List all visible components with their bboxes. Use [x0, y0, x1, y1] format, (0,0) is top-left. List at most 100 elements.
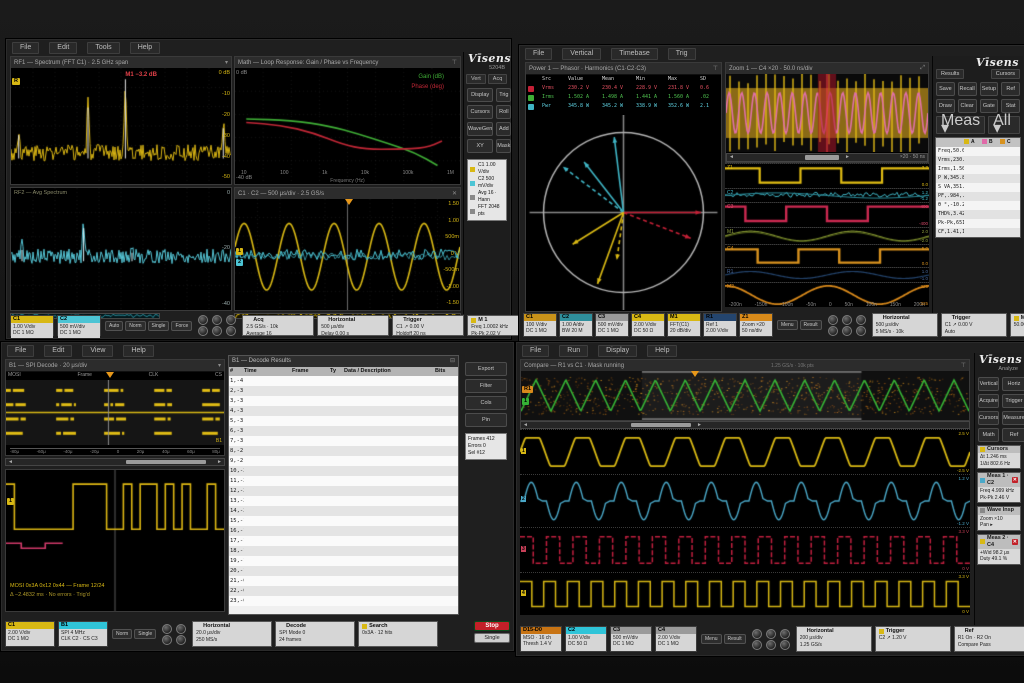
status-button[interactable]: Single [147, 320, 170, 331]
table-row[interactable]: Freq,50.00,50.00,50.00 [936, 147, 1020, 156]
menu-item[interactable]: File [12, 42, 40, 54]
table-row[interactable]: 22,-0.8070 ms,Stop,P,—,— [229, 586, 458, 596]
channel-badge[interactable]: C1 100 V/div DC 1 MΩ [523, 313, 557, 337]
ref-level-chip[interactable]: R [12, 78, 20, 85]
status-infobox[interactable]: Trigger C1 ↗ 0.00 V Auto [940, 313, 1007, 337]
knob[interactable] [765, 628, 776, 651]
status-infobox[interactable]: Acq 2.5 GS/s · 10k Average 16 [242, 315, 315, 337]
waveform-lane[interactable]: 1 2.5 V -2.5 V [520, 429, 970, 474]
side-button[interactable]: Trig [496, 88, 512, 102]
table-row[interactable]: THD%,3.42,3.61,3.18 [936, 210, 1020, 219]
meas-row[interactable]: Irms 1.502 A 1.498 A 1.441 A 1.560 A .02 [528, 93, 719, 102]
side-button[interactable]: Vertical [978, 377, 1000, 391]
side-button[interactable]: Gate [979, 99, 999, 113]
table-row[interactable]: Irms,1.502,1.488,1.510 [936, 165, 1020, 174]
status-infobox[interactable]: Horizontal 500 μs/div Delay 0.00 s [317, 315, 390, 337]
scrollbar-handle[interactable] [805, 155, 839, 160]
channel-badge[interactable]: D15-D0 MSO · 16 ch Thresh 1.4 V [520, 626, 562, 652]
table-row[interactable]: 13,-2.1880 ms,Data,D,0x01 · Pointer,8 [229, 496, 458, 506]
menu-item[interactable]: Edit [49, 42, 78, 54]
table-row[interactable]: 11,-2.4760 ms,Start,S,Addr 0x48 · Write,… [229, 476, 458, 486]
status-infobox[interactable]: Horizontal 200 μs/div 1.25 GS/s [795, 626, 872, 652]
table-row[interactable]: 21,-0.9510 ms,NACK,N,Missing ACK,1 [229, 576, 458, 586]
status-infobox[interactable]: Ref R1 On · R2 On Compare Pass [953, 626, 1024, 652]
channel-chip[interactable]: 1 [521, 447, 526, 454]
result-box[interactable]: Wave Insp Zoom ×10 Pan ▸ [977, 506, 1021, 531]
status-button[interactable]: Norm [112, 629, 133, 639]
menu-item[interactable]: Display [598, 345, 638, 357]
waveform-canvas[interactable] [6, 470, 224, 611]
panel-menu-icon[interactable]: ▾ [225, 59, 228, 66]
table-row[interactable]: S VA,351.4,347.6,353.8 [936, 183, 1020, 192]
menu-item[interactable]: Help [647, 345, 678, 357]
status-infobox[interactable]: Meas 50.002 Hz [1009, 313, 1024, 337]
side-button[interactable]: Horiz [1002, 377, 1024, 391]
status-button[interactable]: Result [723, 634, 746, 644]
table-row[interactable]: 4,-3.6540 ms,Data,D,0x44 · Range ±2g,8 [229, 406, 458, 416]
table-row[interactable]: Vrms,230.2,229.8,231.0 [936, 156, 1020, 165]
status-button[interactable]: Single [134, 629, 157, 639]
knob[interactable] [198, 314, 209, 337]
waveform-lane[interactable]: M1 2.0 -2.0 [725, 227, 929, 244]
table-row[interactable]: 17,-1.6120 ms,Stop,P,—,— [229, 536, 458, 546]
channel-badge[interactable]: C3 500 mV/div DC 1 MΩ [610, 626, 652, 652]
channel-badge[interactable]: C2 1.00 A/div BW 20 M [559, 313, 593, 337]
menu-item[interactable]: Edit [44, 345, 73, 357]
side-button[interactable]: XY [467, 139, 494, 153]
table-row[interactable]: 15,-1.9000 ms,Data,D,0x3B · Temp MSB,8 [229, 516, 458, 526]
table-row[interactable]: 23,-0.5780 ms,Start,S,Addr 0x3A · Read,— [229, 596, 458, 606]
side-button[interactable]: Cursors [467, 105, 494, 119]
waveform-lane[interactable]: C3 400 -400 [725, 202, 929, 227]
menu-item[interactable]: File [522, 345, 550, 357]
table-row[interactable]: θ °,-10.2,-11.4,-9.8 [936, 201, 1020, 210]
side-button[interactable]: Mask [496, 139, 512, 153]
menu-item[interactable]: Timebase [611, 48, 658, 60]
status-infobox[interactable]: Decode SPI Mode 0 24 frames [275, 621, 356, 647]
ref-chip[interactable]: R1 [522, 385, 534, 393]
status-infobox[interactable]: Horizontal 20.0 μs/div 250 MS/s [192, 621, 273, 647]
knob[interactable] [212, 314, 223, 337]
waveform-lane[interactable]: R1 1.0 -1.0 [725, 267, 929, 282]
knob[interactable] [827, 314, 838, 337]
status-button[interactable]: Menu [777, 320, 798, 330]
table-row[interactable]: 16,-1.7560 ms,Data,D,0x20 · Temp LSB,8 [229, 526, 458, 536]
table-row[interactable]: Pk-Pk,651,648,654 [936, 219, 1020, 228]
pin-icon[interactable]: ⊤ [713, 65, 718, 72]
knob[interactable] [751, 628, 762, 651]
side-button[interactable]: Setup [979, 82, 999, 96]
table-row[interactable]: 12,-2.3320 ms,0x48+W,A,ACK,1 [229, 486, 458, 496]
spectrum-canvas[interactable] [11, 188, 231, 310]
side-button[interactable]: Display [467, 88, 494, 102]
channel-badge[interactable]: C1 2.00 V/div DC 1 MΩ [5, 621, 55, 647]
side-button[interactable]: Ref [1002, 428, 1024, 442]
side-button[interactable]: Math [978, 428, 1000, 442]
bus-canvas[interactable] [6, 380, 224, 445]
spectrum-canvas[interactable] [11, 68, 231, 184]
pin-icon[interactable]: ⊟ [450, 357, 455, 366]
side-button[interactable]: Clear [957, 99, 977, 113]
side-button[interactable]: Measure [1002, 411, 1024, 425]
knob[interactable] [855, 314, 866, 337]
table-row[interactable]: 10,-2.7050 ms,Stop,P,—,— [229, 466, 458, 476]
knob[interactable] [162, 623, 173, 646]
channel-chip[interactable]: 1 [7, 498, 15, 506]
zoom-canvas[interactable] [726, 74, 928, 152]
meas-row[interactable]: Vrms 230.2 V 230.4 V 228.9 V 231.8 V 0.6 [528, 84, 719, 93]
scrollbar-handle[interactable] [631, 423, 691, 427]
knob[interactable] [176, 623, 187, 646]
table-row[interactable]: 1,-4.0960 ms,Start,S,Addr 0x3A · Write,— [229, 376, 458, 386]
zoom-scrollbar[interactable]: ◄ ► ×20 · 50 ns [726, 153, 928, 162]
menu-item[interactable]: Help [123, 345, 154, 357]
table-row[interactable]: 9,-2.8490 ms,Data,D,0x1F,8 [229, 456, 458, 466]
side-button[interactable]: Recall [957, 82, 977, 96]
channel-chip[interactable]: 3 [521, 545, 526, 552]
status-infobox[interactable]: Search 0x3A · 12 hits [358, 621, 439, 647]
status-button[interactable]: Auto [105, 320, 124, 331]
table-row[interactable]: PF,.984,.981,.986 [936, 192, 1020, 201]
side-button[interactable]: Save [936, 82, 955, 96]
table-row[interactable]: 8,-2.9930 ms,Data,D,0xA0 · Device ID,8 [229, 446, 458, 456]
run-stop-button[interactable]: Stop [474, 621, 510, 631]
table-row[interactable]: 6,-3.2810 ms,Start,S,Addr 0x3A · Read,— [229, 426, 458, 436]
table-row[interactable]: 7,-3.1370 ms,0x3A+R,A,ACK,1 [229, 436, 458, 446]
menu-item[interactable]: Tools [87, 42, 120, 54]
